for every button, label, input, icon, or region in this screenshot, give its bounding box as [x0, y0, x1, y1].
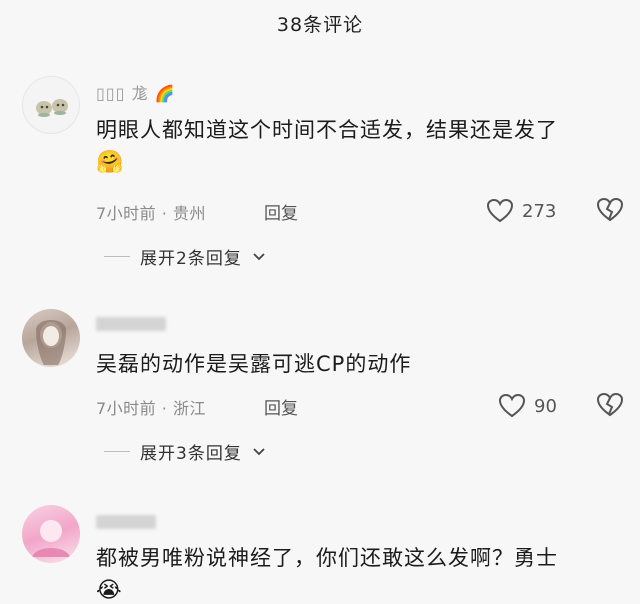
- username-blurred: [96, 316, 166, 331]
- expand-label: 展开2条回复: [140, 249, 242, 269]
- broken-heart-icon: [596, 197, 624, 222]
- expand-replies-button[interactable]: 展开2条回复: [104, 244, 266, 269]
- like-count: 273: [522, 200, 557, 222]
- comment-text: 吴磊的动作是吴露可逃CP的动作: [96, 348, 620, 380]
- like-button[interactable]: 273: [486, 198, 556, 224]
- username[interactable]: [96, 313, 166, 332]
- avatar[interactable]: [22, 76, 80, 134]
- hug-emoji: 🤗: [96, 150, 125, 175]
- comments-header: 38条评论: [0, 0, 640, 48]
- username-text: ▯▯▯ 尨: [96, 84, 149, 103]
- expand-replies-button[interactable]: 展开3条回复: [104, 439, 266, 464]
- expand-label: 展开3条回复: [140, 444, 242, 464]
- avatar-image: [32, 520, 70, 557]
- comment-count-title: 38条评论: [276, 14, 364, 36]
- divider-line: [104, 256, 130, 257]
- username[interactable]: ▯▯▯ 尨 🌈: [96, 80, 176, 104]
- broken-heart-icon: [596, 392, 624, 417]
- chevron-down-icon: [253, 447, 265, 455]
- chevron-down-icon: [253, 252, 265, 260]
- comment-meta: 7小时前 · 贵州: [96, 204, 206, 223]
- username[interactable]: [96, 511, 156, 530]
- dislike-button[interactable]: [596, 392, 624, 422]
- dislike-button[interactable]: [596, 197, 624, 227]
- avatar[interactable]: [22, 505, 80, 563]
- comment-body: 明眼人都知道这个时间不合适发，结果还是发了: [96, 118, 558, 142]
- comment-body: 都被男唯粉说神经了，你们还敢这么发啊？勇士: [96, 546, 558, 570]
- avatar[interactable]: [22, 309, 80, 367]
- heart-outline-icon: [498, 393, 526, 418]
- comment-text: 都被男唯粉说神经了，你们还敢这么发啊？勇士 😭: [96, 542, 620, 604]
- avatar-image: [36, 320, 66, 365]
- reply-button[interactable]: 回复: [264, 199, 298, 224]
- crying-emoji: 😭: [96, 578, 123, 603]
- comment-text: 明眼人都知道这个时间不合适发，结果还是发了 🤗: [96, 114, 620, 178]
- rainbow-badge: 🌈: [154, 84, 176, 103]
- avatar-image: [36, 99, 68, 117]
- like-count: 90: [534, 395, 557, 417]
- divider-line: [104, 451, 130, 452]
- comment-body: 吴磊的动作是吴露可逃CP的动作: [96, 352, 412, 376]
- comment-meta: 7小时前 · 浙江: [96, 399, 206, 418]
- reply-button[interactable]: 回复: [264, 394, 298, 419]
- heart-outline-icon: [486, 198, 514, 223]
- like-button[interactable]: 90: [498, 393, 557, 419]
- username-blurred: [96, 514, 156, 529]
